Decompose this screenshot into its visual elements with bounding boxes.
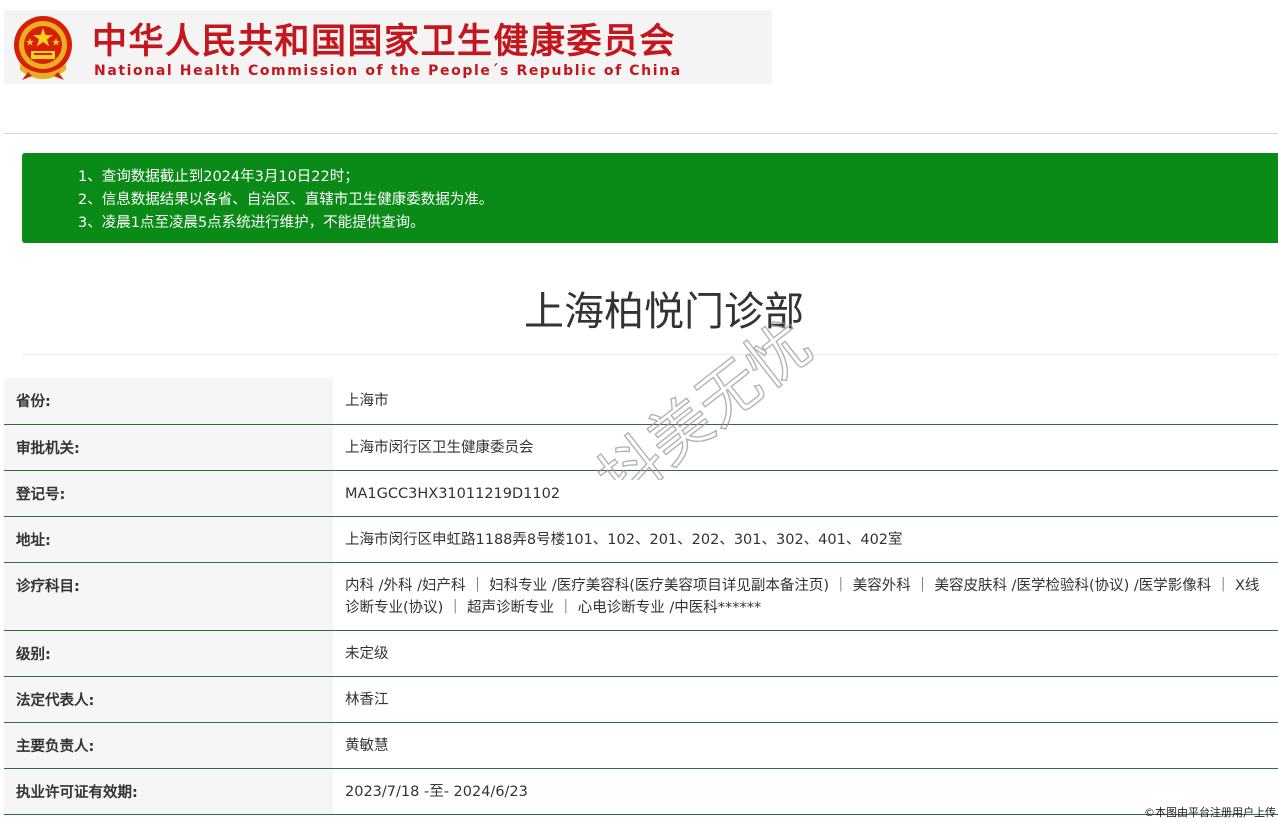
row-label: 主要负责人: [4,723,333,768]
row-label: 执业许可证有效期: [4,769,333,814]
row-value: MA1GCC3HX31011219D1102 [333,471,1278,516]
row-value: 上海市 [333,378,1278,424]
row-label: 登记号: [4,471,333,516]
row-label: 审批机关: [4,425,333,470]
table-row-principal: 主要负责人: 黄敏慧 [4,723,1278,769]
row-value: 未定级 [333,631,1278,676]
table-row-clinical-departments: 诊疗科目: 内科 /外科 /妇产科 ｜ 妇科专业 /医疗美容科(医疗美容项目详见… [4,563,1278,631]
row-value: 林香江 [333,677,1278,722]
row-label: 诊疗科目: [4,563,333,630]
row-value: 上海市闵行区申虹路1188弄8号楼101、102、201、202、301、302… [333,517,1278,562]
header-divider [4,133,1278,134]
table-row-level: 级别: 未定级 [4,631,1278,677]
notice-line: 1、查询数据截止到2024年3月10日22时； [78,169,359,185]
row-value: 黄敏慧 [333,723,1278,768]
row-label: 省份: [4,378,333,424]
title-divider [22,354,1278,355]
row-value: 上海市闵行区卫生健康委员会 [333,425,1278,470]
row-label: 法定代表人: [4,677,333,722]
notice-line: 3、凌晨1点至凌晨5点系统进行维护，不能提供查询。 [78,215,425,231]
row-value: 2023/7/18 -至- 2024/6/23 [333,769,1278,814]
site-header-banner[interactable]: 中华人民共和国国家卫生健康委员会 National Health Commiss… [4,10,772,84]
table-row-address: 地址: 上海市闵行区申虹路1188弄8号楼101、102、201、202、301… [4,517,1278,563]
table-row-license-validity: 执业许可证有效期: 2023/7/18 -至- 2024/6/23 [4,769,1278,815]
site-title-zh: 中华人民共和国国家卫生健康委员会 [92,22,677,62]
table-row-legal-representative: 法定代表人: 林香江 [4,677,1278,723]
table-row-approval-authority: 审批机关: 上海市闵行区卫生健康委员会 [4,425,1278,471]
query-notice-box: 1、查询数据截止到2024年3月10日22时； 2、信息数据结果以各省、自治区、… [22,153,1278,243]
site-title-en: National Health Commission of the People… [94,63,682,79]
row-label: 级别: [4,631,333,676]
institution-name-title: 上海柏悦门诊部 [524,289,804,335]
copyright-note: ©本图由平台注册用户上传 [1144,806,1276,819]
row-label: 地址: [4,517,333,562]
row-value: 内科 /外科 /妇产科 ｜ 妇科专业 /医疗美容科(医疗美容项目详见副本备注页)… [333,563,1278,630]
national-emblem-icon [14,16,72,80]
table-row-province: 省份: 上海市 [4,378,1278,425]
table-row-registration-number: 登记号: MA1GCC3HX31011219D1102 [4,471,1278,517]
notice-line: 2、信息数据结果以各省、自治区、直辖市卫生健康委数据为准。 [78,192,494,208]
